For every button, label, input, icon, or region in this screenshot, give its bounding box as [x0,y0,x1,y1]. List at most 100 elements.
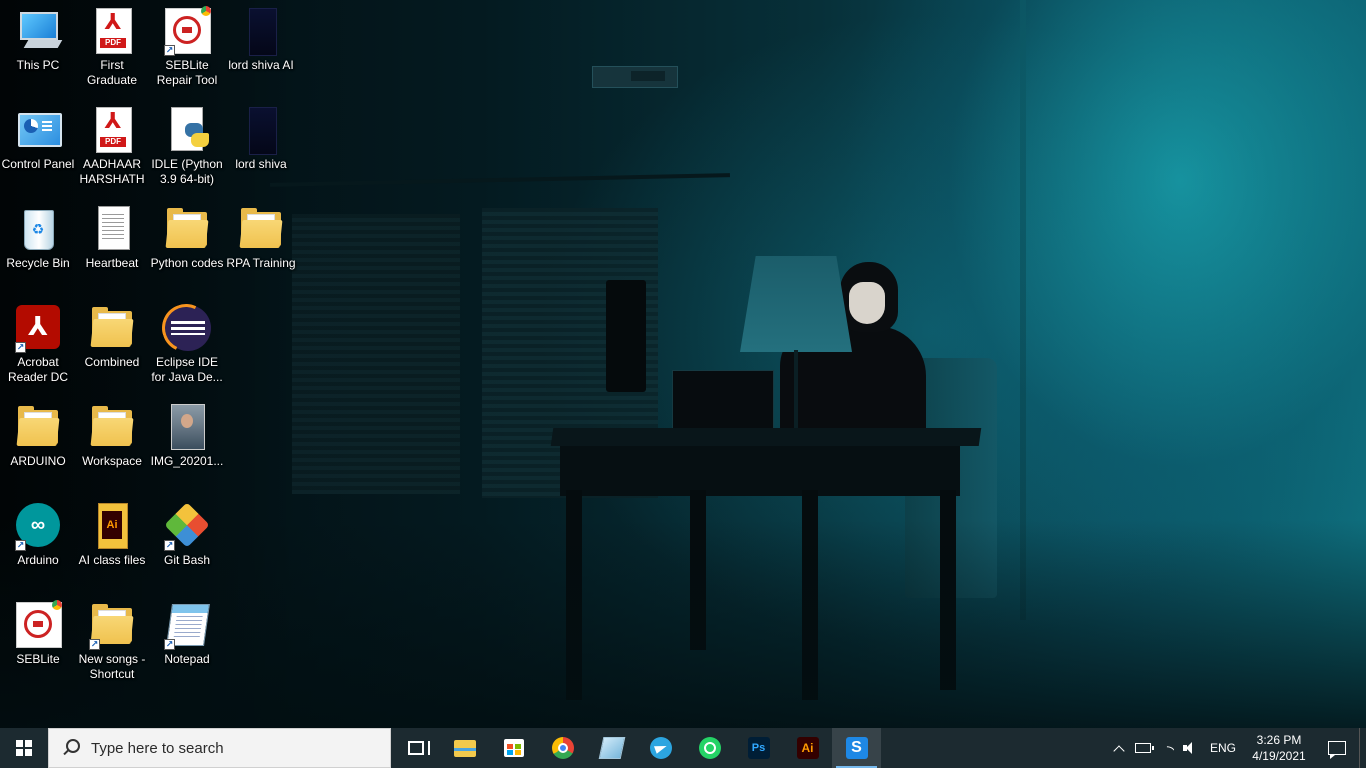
desktop-icon-label: lord shiva AI [228,58,294,72]
desktop-icon-lord-shiva[interactable]: lord shiva [223,99,299,195]
seblite-icon: S [845,737,868,759]
desktop-icon-acrobat-reader[interactable]: ⅄ ↗ Acrobat Reader DC [0,297,76,393]
acrobat-icon: ⅄ ↗ [14,305,62,353]
desktop-icon-eclipse-ide[interactable]: Eclipse IDE for Java De... [149,297,225,393]
desktop-icon-workspace[interactable]: Workspace [74,396,150,492]
desktop-icon-label: AADHAAR HARSHATH [79,157,145,186]
start-button[interactable] [0,728,48,768]
windows-logo-icon [16,740,32,756]
desktop-icon-label: This PC [16,58,60,72]
wallpaper-desk-front [560,446,960,496]
desktop-icon-aadhaar-harshath[interactable]: ⅄ PDF AADHAAR HARSHATH [74,99,150,195]
volume-button[interactable] [1179,728,1203,768]
desktop-icon-label: RPA Training [226,256,296,270]
eclipse-icon [155,297,217,359]
desktop-icon-rpa-training[interactable]: RPA Training [223,198,299,294]
desktop-icon-combined[interactable]: Combined [74,297,150,393]
store-icon [503,739,524,757]
desktop-icon-idle-python[interactable]: IDLE (Python 3.9 64-bit) [149,99,225,195]
file-explorer-icon [453,739,476,757]
control-panel-icon [14,107,62,155]
desktop-icon-python-codes[interactable]: Python codes [149,198,225,294]
taskbar-pinned-apps: Ps Ai S [391,728,881,768]
wifi-icon [1160,742,1174,754]
pdf-icon: ⅄ PDF [88,107,136,155]
desktop-icon-first-graduate[interactable]: ⅄ PDF First Graduate [74,0,150,96]
taskbar-illustrator-button[interactable]: Ai [783,728,832,768]
desktop-icon-label: Control Panel [1,157,75,171]
speaker-icon [1183,741,1199,755]
desktop-icon-control-panel[interactable]: Control Panel [0,99,76,195]
desktop-icon-label: Workspace [82,454,142,468]
desktop-icon-arduino-app[interactable]: ∞ ↗ Arduino [0,495,76,591]
desktop-icon-label: IDLE (Python 3.9 64-bit) [151,157,223,186]
taskbar-app-button[interactable] [587,728,636,768]
wallpaper-monitor [606,280,646,392]
desktop-icon-new-songs-shortcut[interactable]: ↗ New songs - Shortcut [74,594,150,690]
folder-icon [88,305,136,353]
book-icon: Ai [88,503,136,551]
desktop-icon-notepad[interactable]: ↗ Notepad [149,594,225,690]
notification-icon [1328,741,1346,759]
taskbar-whatsapp-button[interactable] [685,728,734,768]
desktop-icon-seblite[interactable]: SEBLite [0,594,76,690]
wallpaper-lamp-shade [740,256,852,352]
action-center-button[interactable] [1315,728,1359,768]
desktop-icon-label: New songs - Shortcut [78,652,146,681]
folder-icon [163,206,211,254]
desktop-icon-img-photo[interactable]: IMG_20201... [149,396,225,492]
desktop-icon-label: AI class files [78,553,146,567]
desktop-icon-git-bash[interactable]: ↗ Git Bash [149,495,225,591]
network-status-button[interactable] [1155,728,1179,768]
photoshop-icon: Ps [747,737,770,759]
search-input[interactable] [89,738,373,758]
wallpaper-vent [592,66,678,88]
taskbar-photoshop-button[interactable]: Ps [734,728,783,768]
battery-icon [1135,743,1154,753]
folder-icon: ↗ [88,602,136,650]
whatsapp-icon [698,737,721,759]
text-file-icon [88,206,136,254]
taskbar-seblite-button[interactable]: S [832,728,881,768]
system-tray: ENG 3:26 PM 4/19/2021 [1107,728,1366,768]
desktop-icon-recycle-bin[interactable]: ♻ Recycle Bin [0,198,76,294]
desktop-icon-this-pc[interactable]: This PC [0,0,76,96]
desktop-icon-heartbeat[interactable]: Heartbeat [74,198,150,294]
taskbar: Ps Ai S ENG 3:26 PM 4/19/2021 [0,728,1366,768]
desktop-icon-label: lord shiva [235,157,287,171]
wallpaper-window-blind [292,214,460,494]
chrome-icon [551,737,574,759]
python-icon [163,107,211,155]
desktop-icon-ai-class-files[interactable]: Ai AI class files [74,495,150,591]
clock-time: 3:26 PM [1256,733,1302,747]
taskbar-store-button[interactable] [489,728,538,768]
seblite-icon: ↗ [163,6,211,56]
battery-status-button[interactable] [1131,728,1155,768]
pc-icon [14,8,63,56]
desktop-icon-arduino-folder[interactable]: ARDUINO [0,396,76,492]
taskbar-search-box[interactable] [48,728,391,768]
taskbar-chrome-button[interactable] [538,728,587,768]
taskbar-task-view-button[interactable] [391,728,440,768]
desktop-icon-label: Arduino [17,553,59,567]
taskbar-telegram-button[interactable] [636,728,685,768]
desktop-icon-lord-shiva-ai[interactable]: lord shiva AI [223,0,299,96]
taskbar-file-explorer-button[interactable] [440,728,489,768]
show-hidden-icons-button[interactable] [1107,728,1131,768]
wallpaper-lamp-stem [794,350,798,436]
task-view-icon [407,741,430,755]
desktop-icon-label: Eclipse IDE for Java De... [151,355,223,384]
input-language-button[interactable]: ENG [1203,728,1243,768]
image-icon [237,107,285,155]
show-desktop-button[interactable] [1359,728,1366,768]
desktop-icon-label: Acrobat Reader DC [7,355,69,384]
desktop-icon-label: Python codes [150,256,224,270]
desktop-icon-label: Heartbeat [85,256,139,270]
clock-button[interactable]: 3:26 PM 4/19/2021 [1243,728,1315,768]
desktop-icon-seblite-repair-tool[interactable]: ↗ SEBLite Repair Tool [149,0,225,96]
desktop-icon-label: First Graduate [86,58,138,87]
desktop-icon-label: Recycle Bin [6,256,70,270]
desktop-icon-label: Notepad [164,652,210,666]
photo-icon [163,404,211,452]
desktop-icon-label: Git Bash [163,553,211,567]
